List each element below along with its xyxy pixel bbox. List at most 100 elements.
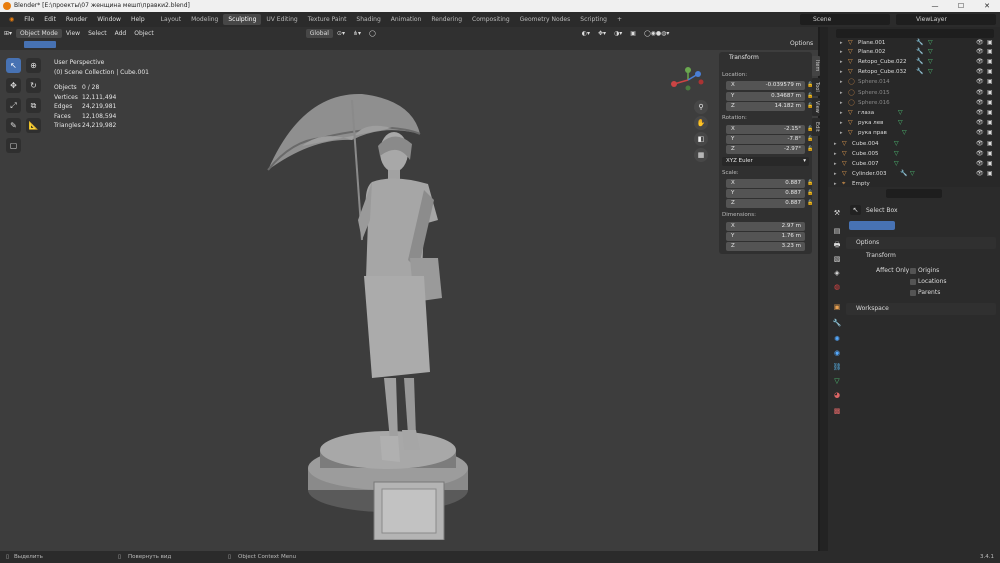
pan-hand-icon[interactable]: ✋	[694, 116, 708, 130]
outliner-row[interactable]: ▸ ▽ Retopo_Cube.032 🔧 ▽ 👁 ▣	[836, 67, 998, 77]
lock-icon[interactable]: 🔓	[807, 180, 813, 186]
texture-tab-icon[interactable]: ▩	[832, 406, 842, 416]
tab-texture-paint[interactable]: Texture Paint	[303, 14, 352, 25]
view-layer-tab-icon[interactable]: ▧	[832, 254, 842, 264]
navigation-gizmo[interactable]	[668, 66, 708, 96]
lock-icon[interactable]: 🔓	[807, 190, 813, 196]
tab-shading[interactable]: Shading	[351, 14, 385, 25]
snap-icon[interactable]: ⋔▾	[349, 30, 365, 37]
move-tool[interactable]: ✥	[6, 78, 21, 93]
select-menu[interactable]: Select	[84, 30, 111, 37]
workspace-section[interactable]: Workspace	[846, 303, 996, 315]
select-mode-icons[interactable]	[24, 41, 56, 48]
location-z-field[interactable]: Z 14.182 m	[726, 102, 805, 111]
scene-selector[interactable]: Scene	[800, 14, 890, 25]
add-workspace-icon[interactable]: +	[612, 14, 627, 25]
view-menu[interactable]: View	[62, 30, 84, 37]
outliner-row[interactable]: ▸ ◯ Sphere.014 👁 ▣	[836, 77, 998, 87]
tab-scripting[interactable]: Scripting	[575, 14, 612, 25]
constraints-tab-icon[interactable]: ⛓	[832, 362, 842, 372]
tool-tab-icon[interactable]: ⚒	[832, 208, 842, 218]
tab-edit[interactable]: Edit	[812, 118, 820, 136]
dimensions-y-field[interactable]: Y 1.76 m	[726, 232, 805, 241]
options-section[interactable]: Options	[846, 237, 996, 249]
tab-animation[interactable]: Animation	[386, 14, 427, 25]
overlay-toggle-icon[interactable]: ◑▾	[610, 30, 626, 37]
outliner-row[interactable]: ▸ ▽ рука прав ▽ 👁 ▣	[836, 128, 998, 138]
origins-checkbox[interactable]	[910, 268, 916, 274]
menu-help[interactable]: Help	[126, 16, 150, 23]
outliner-row[interactable]: ▸ ▽ Cylinder.003 🔧 ▽ 👁 ▣	[830, 169, 993, 179]
scale-z-field[interactable]: Z 0.887	[726, 199, 805, 208]
rotate-tool[interactable]: ↻	[26, 78, 41, 93]
location-y-field[interactable]: Y 0.34687 m	[726, 92, 805, 101]
pivot-icon[interactable]: ⊙▾	[333, 30, 349, 37]
tab-view[interactable]: View	[812, 98, 820, 116]
tab-item[interactable]: Item	[812, 56, 820, 76]
menu-window[interactable]: Window	[92, 16, 126, 23]
tab-uv-editing[interactable]: UV Editing	[261, 14, 302, 25]
outliner-row[interactable]: ▸ ▽ рука лев ▽ 👁 ▣	[836, 118, 998, 128]
outliner-row[interactable]: ▸ ◯ Sphere.015 👁 ▣	[836, 88, 998, 98]
transform-subsection[interactable]: Transform	[866, 252, 896, 259]
menu-edit[interactable]: Edit	[39, 16, 61, 23]
annotate-tool[interactable]: ✎	[6, 118, 21, 133]
select-mode-buttons[interactable]	[849, 221, 895, 230]
grid-view-icon[interactable]: ▦	[694, 148, 708, 162]
lock-icon[interactable]: 🔓	[807, 146, 813, 152]
tab-rendering[interactable]: Rendering	[426, 14, 467, 25]
tab-layout[interactable]: Layout	[156, 14, 186, 25]
outliner-row[interactable]: ▸ ▽ Cube.005 ▽ 👁 ▣	[830, 149, 993, 159]
mode-dropdown[interactable]: Object Mode	[16, 28, 62, 38]
rotation-z-field[interactable]: Z -2.97°	[726, 145, 805, 154]
close-icon[interactable]: ✕	[974, 0, 1000, 12]
minimize-icon[interactable]: —	[922, 0, 948, 12]
zoom-icon[interactable]: ⚲	[694, 100, 708, 114]
add-cube-tool[interactable]: ▢	[6, 138, 21, 153]
proportional-icon[interactable]: ◯	[365, 30, 380, 37]
gizmo-toggle-icon[interactable]: ✥▾	[594, 30, 610, 37]
orientation-dropdown[interactable]: Global	[305, 28, 333, 38]
output-tab-icon[interactable]: 🖶	[832, 240, 842, 250]
object-tab-icon[interactable]: ▣	[832, 302, 842, 312]
tab-geometry-nodes[interactable]: Geometry Nodes	[515, 14, 576, 25]
xray-icon[interactable]: ▣	[626, 30, 640, 37]
render-tab-icon[interactable]: ▤	[832, 226, 842, 236]
camera-icon[interactable]: ◧	[694, 132, 708, 146]
maximize-icon[interactable]: ☐	[948, 0, 974, 12]
view-layer-selector[interactable]: ViewLayer	[896, 14, 996, 25]
scale-x-field[interactable]: X 0.887	[726, 179, 805, 188]
sculpture-model[interactable]	[262, 90, 494, 540]
outliner-row[interactable]: ▸ ◯ Sphere.016 👁 ▣	[836, 98, 998, 108]
physics-tab-icon[interactable]: ◉	[832, 348, 842, 358]
material-tab-icon[interactable]: ◕	[832, 390, 842, 400]
rotation-x-field[interactable]: X -2.15°	[726, 125, 805, 134]
transform-tool[interactable]: ⧉	[26, 98, 41, 113]
rotation-mode-dropdown[interactable]: XYZ Euler ▾	[722, 157, 809, 166]
scale-tool[interactable]: ⤢	[6, 98, 21, 113]
modifier-tab-icon[interactable]: 🔧	[832, 318, 842, 328]
dimensions-x-field[interactable]: X 2.97 m	[726, 222, 805, 231]
rotation-y-field[interactable]: Y -7.8°	[726, 135, 805, 144]
select-box-tool[interactable]: ↖	[6, 58, 21, 73]
scale-y-field[interactable]: Y 0.887	[726, 189, 805, 198]
outliner-row[interactable]: ▸ ▽ глаза ▽ 👁 ▣	[836, 108, 998, 118]
menu-file[interactable]: File	[19, 16, 39, 23]
location-x-field[interactable]: X -0.039579 m	[726, 81, 805, 90]
options-dropdown[interactable]: Options	[790, 40, 813, 47]
lock-icon[interactable]: 🔓	[807, 200, 813, 206]
outliner-row[interactable]: ▸ ⌖ Empty	[830, 179, 992, 187]
tab-modeling[interactable]: Modeling	[186, 14, 223, 25]
locations-checkbox[interactable]	[910, 279, 916, 285]
outliner-row[interactable]: ▸ ▽ Plane.002 🔧 ▽ 👁 ▣	[836, 47, 998, 57]
object-menu[interactable]: Object	[130, 30, 158, 37]
world-tab-icon[interactable]: ◍	[832, 282, 842, 292]
visibility-icon[interactable]: ◐▾	[578, 30, 594, 37]
outliner-row[interactable]: ▸ ▽ Retopo_Cube.022 🔧 ▽ 👁 ▣	[836, 57, 998, 67]
editor-type-icon[interactable]: ⊞▾	[0, 30, 16, 37]
menu-render[interactable]: Render	[61, 16, 92, 23]
outliner-search-input[interactable]	[836, 29, 994, 38]
add-menu[interactable]: Add	[111, 30, 131, 37]
cursor-tool[interactable]: ⊕	[26, 58, 41, 73]
blender-menu-icon[interactable]: ◉	[4, 16, 19, 23]
